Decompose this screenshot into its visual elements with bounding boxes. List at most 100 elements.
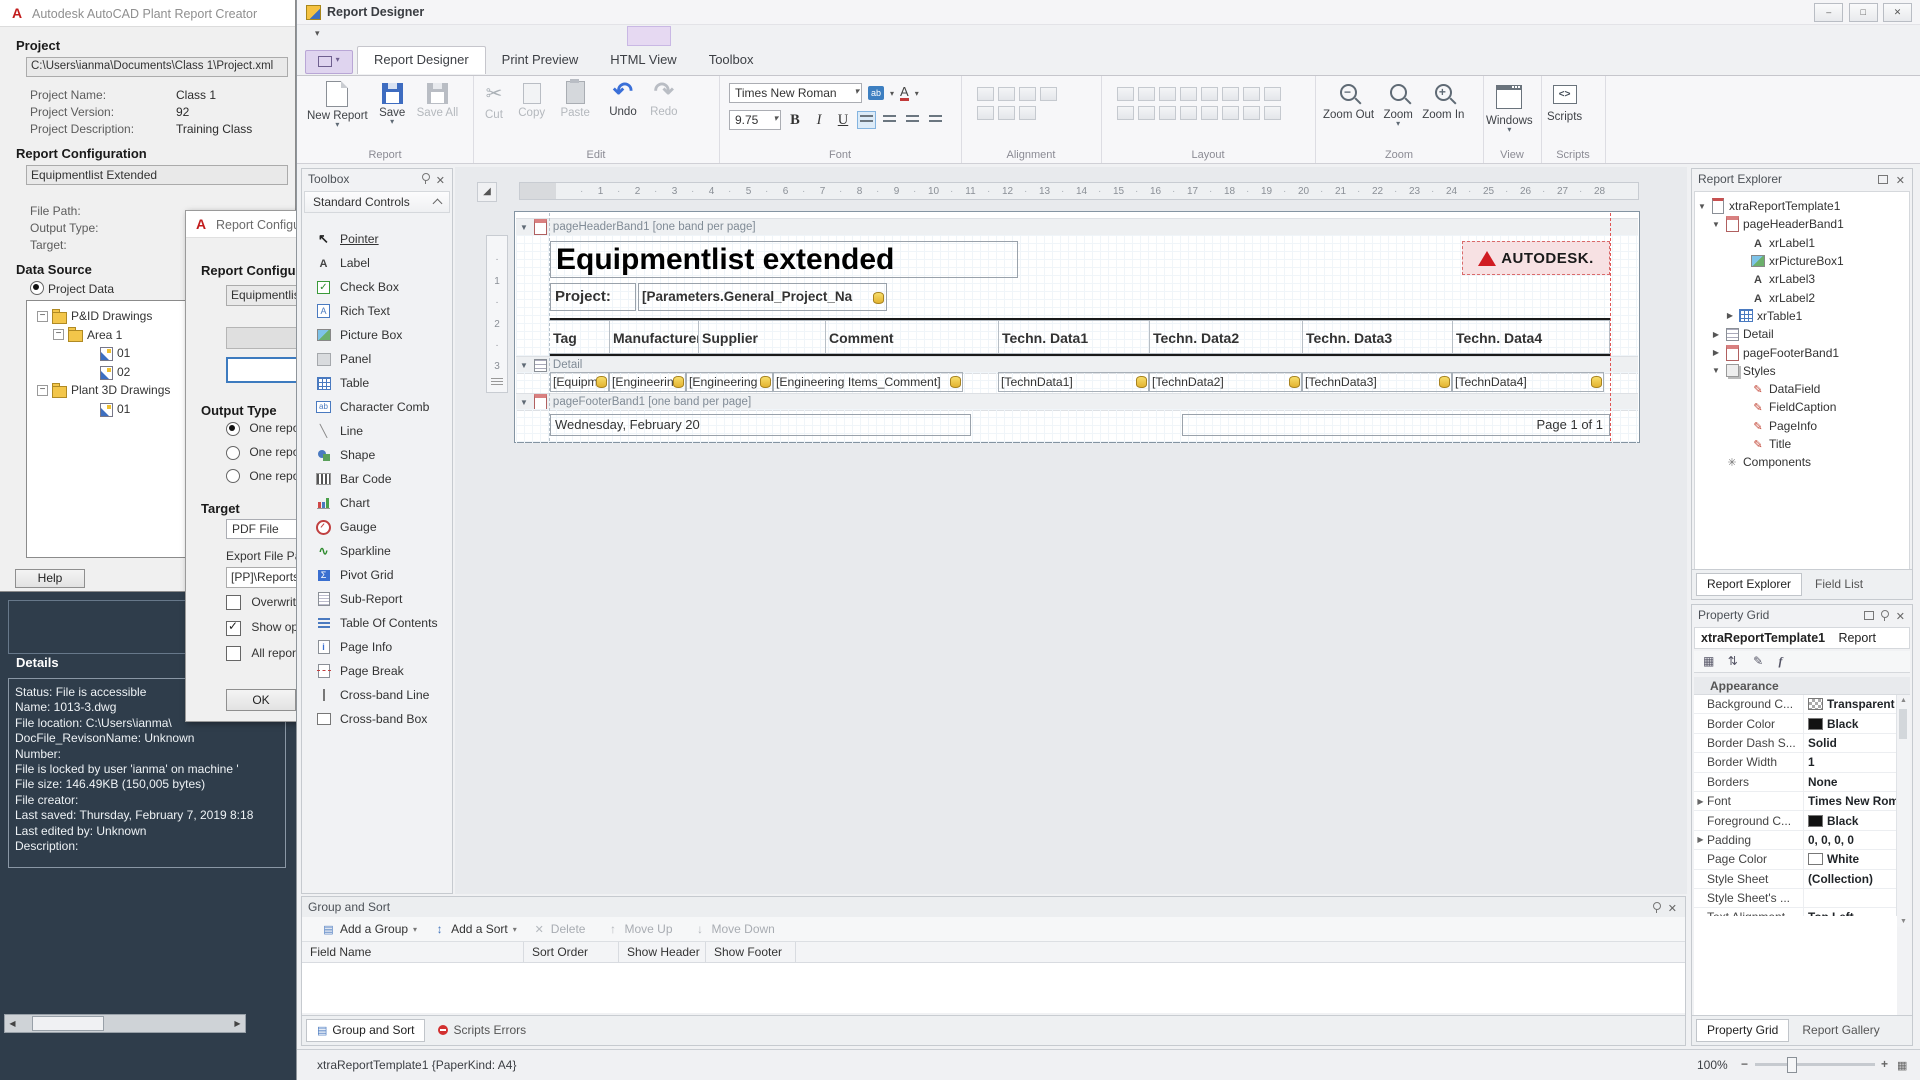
toolbox-item[interactable]: Rich Text	[302, 299, 452, 323]
align-tool-icon[interactable]	[977, 106, 994, 120]
align-tool-icon[interactable]	[977, 87, 994, 101]
events-icon[interactable]: f	[1779, 654, 1783, 668]
text-highlight-button[interactable]: ab	[868, 86, 884, 100]
table-header-cell[interactable]: Manufacturer	[610, 320, 699, 354]
align-left-button[interactable]	[857, 111, 876, 129]
table-header-cell[interactable]: Techn. Data1	[999, 320, 1150, 354]
tree-expander-icon[interactable]: −	[37, 311, 48, 322]
align-tool-icon[interactable]	[998, 87, 1015, 101]
bottom-panel-tab[interactable]: Scripts Errors	[428, 1019, 536, 1042]
toolbox-item[interactable]: Pivot Grid	[302, 563, 452, 587]
layout-tool-icon[interactable]	[1159, 106, 1176, 120]
table-header-cell[interactable]: Comment	[826, 320, 999, 354]
align-right-button[interactable]	[903, 111, 922, 129]
radio-icon[interactable]	[226, 469, 240, 483]
layout-tool-icon[interactable]	[1264, 87, 1281, 101]
ribbon-tab[interactable]: Report Designer	[357, 46, 486, 74]
scrollbar-thumb[interactable]	[1899, 709, 1907, 739]
italic-button[interactable]: I	[809, 110, 829, 130]
group-sort-body[interactable]	[302, 963, 1685, 1013]
scroll-down-icon[interactable]: ▼	[1900, 918, 1907, 925]
toolbox-item[interactable]: Table	[302, 371, 452, 395]
layout-tool-icon[interactable]	[1243, 106, 1260, 120]
close-panel-icon[interactable]: ✕	[1896, 607, 1905, 627]
panel-tab[interactable]: Report Gallery	[1792, 1019, 1889, 1042]
detail-field[interactable]: [TechnData4]	[1452, 372, 1604, 392]
layout-tool-icon[interactable]	[1159, 87, 1176, 101]
zoom-in-button[interactable]: + Zoom In	[1422, 76, 1464, 121]
property-row[interactable]: ▶ Font Times New Roman,...	[1694, 792, 1897, 811]
detail-field[interactable]: [Engineering	[686, 372, 773, 392]
report-explorer-item[interactable]: ▶ Detail	[1695, 325, 1909, 343]
pin-icon[interactable]	[422, 173, 430, 181]
toolbox-item[interactable]: Shape	[302, 443, 452, 467]
font-color-dropdown-icon[interactable]: ▾	[915, 89, 919, 98]
font-color-button[interactable]: A	[900, 85, 909, 101]
report-explorer-item[interactable]: ▼ Styles	[1695, 362, 1909, 380]
table-header-cell[interactable]: Techn. Data4	[1453, 320, 1610, 354]
property-row[interactable]: ▶ Padding 0, 0, 0, 0	[1694, 831, 1897, 850]
property-grid-scrollbar[interactable]: ▲ ▼	[1896, 695, 1910, 927]
close-panel-icon[interactable]: ✕	[436, 171, 445, 191]
table-header-cell[interactable]: Tag	[550, 320, 610, 354]
tree-expander-icon[interactable]: ▶	[1711, 348, 1721, 357]
maximize-button[interactable]: □	[1849, 3, 1878, 22]
property-row[interactable]: Foreground C... Black	[1694, 811, 1897, 830]
layout-tool-icon[interactable]	[1180, 106, 1197, 120]
ok-button[interactable]: OK	[226, 689, 296, 711]
scroll-right-icon[interactable]: ▶	[230, 1019, 245, 1028]
bottom-panel-tab[interactable]: Group and Sort	[306, 1019, 425, 1042]
toolbox-item[interactable]: Chart	[302, 491, 452, 515]
close-panel-icon[interactable]: ✕	[1896, 171, 1905, 191]
align-center-button[interactable]	[880, 111, 899, 129]
radio-icon[interactable]	[226, 422, 240, 436]
property-row[interactable]: Border Color Black	[1694, 714, 1897, 733]
toolbox-item[interactable]: Page Info	[302, 635, 452, 659]
layout-tool-icon[interactable]	[1201, 87, 1218, 101]
ribbon-tab[interactable]: Print Preview	[486, 46, 595, 74]
report-explorer-item[interactable]: xrPictureBox1	[1695, 252, 1909, 270]
underline-button[interactable]: U	[833, 110, 853, 130]
group-sort-toolbar-button[interactable]: Move Up	[598, 918, 685, 940]
band-collapse-icon[interactable]	[520, 396, 528, 408]
layout-tool-icon[interactable]	[1138, 87, 1155, 101]
group-sort-toolbar-button[interactable]: Add a Group ▾	[314, 918, 425, 940]
tree-expander-icon[interactable]: −	[53, 329, 64, 340]
detail-field[interactable]: [TechnData1]	[998, 372, 1149, 392]
redo-button[interactable]: Redo	[650, 76, 678, 118]
quick-access-overflow-icon[interactable]: ▾	[315, 28, 320, 39]
report-explorer-item[interactable]: ▶ xrTable1	[1695, 307, 1909, 325]
project-data-radio[interactable]	[30, 281, 44, 295]
toolbox-section-header[interactable]: Standard Controls	[304, 191, 450, 213]
property-row[interactable]: Border Dash S... Solid	[1694, 734, 1897, 753]
footer-page-info-field[interactable]: Page 1 of 1	[1182, 414, 1610, 436]
toolbox-item[interactable]: Cross-band Line	[302, 683, 452, 707]
property-row[interactable]: Page Color White	[1694, 850, 1897, 869]
ribbon-tab[interactable]: Toolbox	[693, 46, 770, 74]
report-explorer-item[interactable]: xrLabel1	[1695, 234, 1909, 252]
undo-button[interactable]: Undo	[609, 76, 637, 118]
copy-button[interactable]: Copy	[518, 76, 545, 119]
tree-expander-icon[interactable]: ▼	[1711, 220, 1721, 229]
logo-picture-box[interactable]: AUTODESK.	[1462, 241, 1610, 275]
tree-expander-icon[interactable]: ▼	[1711, 366, 1721, 375]
toolbox-item[interactable]: Page Break	[302, 659, 452, 683]
toolbox-item[interactable]: Picture Box	[302, 323, 452, 347]
zoom-out-button[interactable]: − Zoom Out	[1323, 76, 1374, 121]
property-expander-icon[interactable]: ▶	[1694, 797, 1707, 806]
save-button[interactable]: Save▾	[379, 76, 405, 125]
property-row[interactable]: Borders None	[1694, 773, 1897, 792]
close-button[interactable]: ✕	[1883, 3, 1912, 22]
tree-expander-icon[interactable]: ▼	[1697, 202, 1707, 211]
group-sort-toolbar-button[interactable]: Move Down	[686, 918, 788, 940]
toolbox-item[interactable]: Bar Code	[302, 467, 452, 491]
tree-expander-icon[interactable]: ▶	[1725, 311, 1735, 320]
tree-expander-icon[interactable]: −	[37, 385, 48, 396]
detail-field[interactable]: [TechnData3]	[1302, 372, 1452, 392]
project-path-field[interactable]: C:\Users\ianma\Documents\Class 1\Project…	[26, 57, 288, 77]
radio-icon[interactable]	[226, 446, 240, 460]
report-explorer-item[interactable]: Components	[1695, 453, 1909, 471]
toolbox-item[interactable]: Character Comb	[302, 395, 452, 419]
save-all-button[interactable]: Save All	[417, 76, 459, 119]
detail-field[interactable]: [Engineering Items_Comment]	[773, 372, 963, 392]
